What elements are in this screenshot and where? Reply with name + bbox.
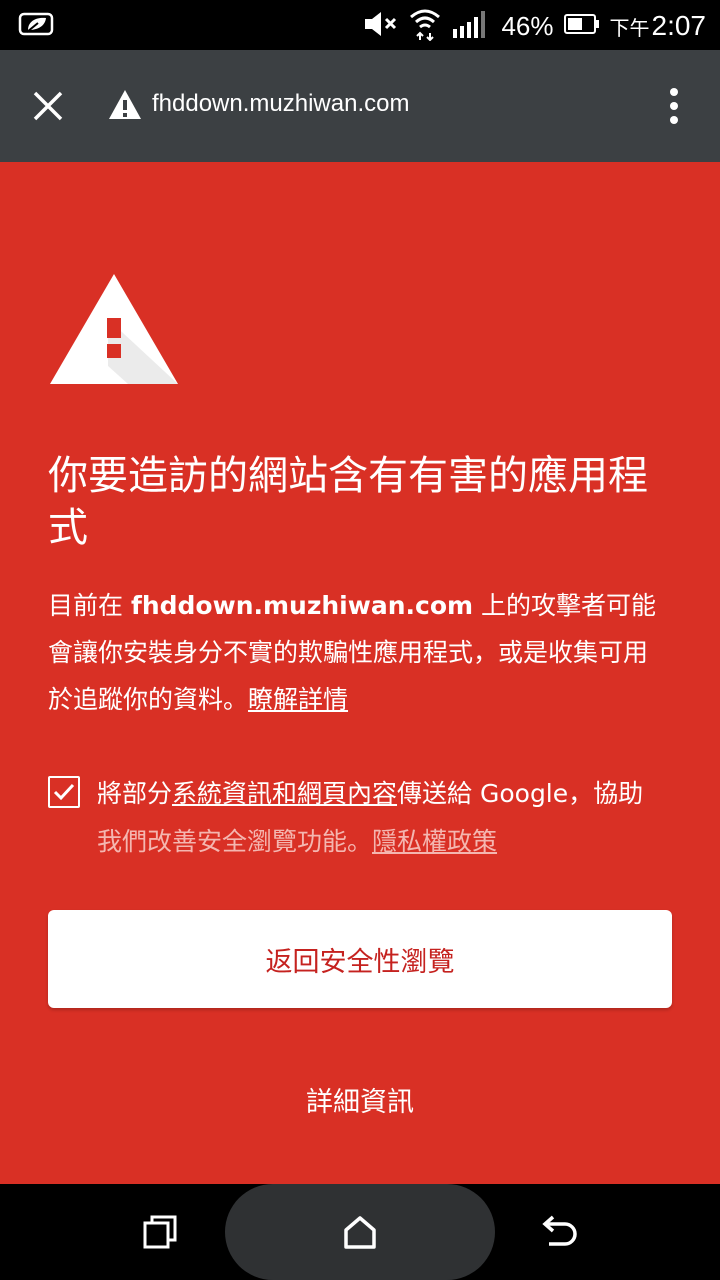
warning-icon (107, 88, 143, 122)
status-bar: 46% 下午 2:07 (0, 0, 720, 50)
large-warning-icon (48, 272, 180, 388)
navigation-bar (0, 1184, 720, 1280)
optin-suffix: 傳送給 Google，協助 (397, 779, 644, 808)
home-icon[interactable] (338, 1210, 382, 1254)
desc-prefix: 目前在 (48, 591, 131, 620)
battery-percent: 46% (501, 10, 554, 41)
url-text[interactable]: fhddown.muzhiwan.com (152, 90, 409, 118)
back-icon[interactable] (537, 1212, 581, 1252)
time: 2:07 (651, 10, 707, 41)
system-info-link[interactable]: 系統資訊和網頁內容 (172, 779, 397, 808)
report-checkbox[interactable] (48, 776, 80, 808)
mute-icon (363, 9, 399, 43)
signal-icon (451, 9, 491, 43)
report-opt-in-text: 將部分系統資訊和網頁內容傳送給 Google，協助 我們改善安全瀏覽功能。隱私權政… (97, 770, 677, 866)
overflow-menu-icon[interactable] (664, 86, 684, 126)
checkmark-icon (53, 783, 75, 801)
back-to-safety-button[interactable]: 返回安全性瀏覽 (48, 910, 672, 1008)
battery-icon (563, 13, 600, 39)
learn-more-link[interactable]: 瞭解詳情 (248, 685, 348, 714)
details-link[interactable]: 詳細資訊 (0, 1080, 720, 1119)
recents-icon[interactable] (140, 1212, 180, 1252)
close-icon[interactable] (28, 86, 68, 126)
optin-prefix: 將部分 (97, 779, 173, 808)
browser-toolbar: fhddown.muzhiwan.com (0, 50, 720, 162)
desc-domain: fhddown.muzhiwan.com (130, 591, 474, 620)
notification-leaf-icon (18, 10, 54, 42)
wifi-icon (409, 7, 441, 45)
privacy-policy-link[interactable]: 隱私權政策 (372, 827, 497, 856)
warning-description: 目前在 fhddown.muzhiwan.com 上的攻擊者可能會讓你安裝身分不… (48, 582, 672, 723)
safe-browsing-interstitial: 你要造訪的網站含有有害的應用程式 目前在 fhddown.muzhiwan.co… (0, 162, 720, 1184)
page-title: 你要造訪的網站含有有害的應用程式 (48, 453, 648, 551)
optin-dim-text: 我們改善安全瀏覽功能。 (97, 827, 373, 856)
clock: 下午 2:07 (610, 10, 707, 42)
time-period: 下午 (609, 16, 650, 40)
